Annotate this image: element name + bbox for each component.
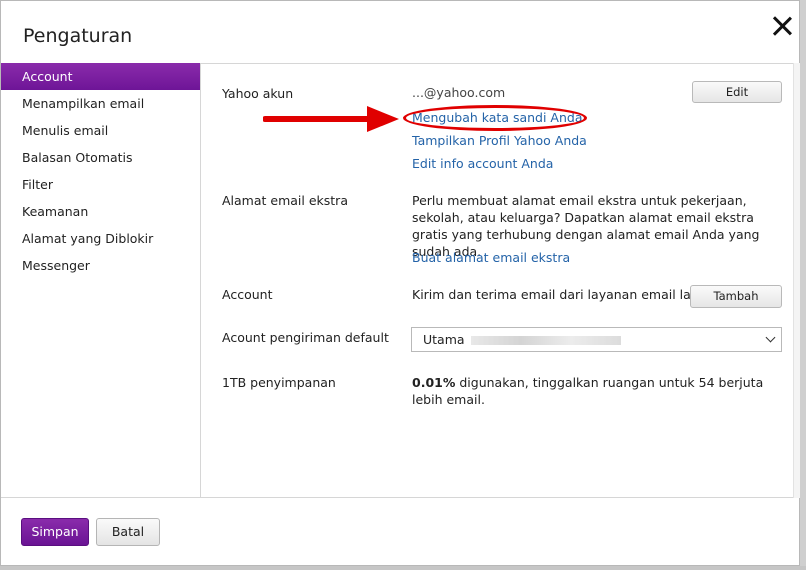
sidebar-item-security[interactable]: Keamanan: [1, 198, 200, 225]
yahoo-account-label: Yahoo akun: [222, 86, 294, 101]
settings-sidebar: Account Menampilkan email Menulis email …: [1, 63, 201, 497]
background-strip-right: [800, 0, 806, 570]
background-strip-bottom: [0, 566, 806, 570]
edit-account-button[interactable]: Edit: [692, 81, 782, 103]
footer-divider: [1, 497, 793, 498]
dialog-title: Pengaturan: [23, 25, 133, 47]
sidebar-item-auto-reply[interactable]: Balasan Otomatis: [1, 144, 200, 171]
sidebar-item-display-email[interactable]: Menampilkan email: [1, 90, 200, 117]
default-sending-label: Acount pengiriman default: [222, 330, 389, 345]
annotation-arrow-icon: [263, 106, 399, 132]
edit-account-info-link[interactable]: Edit info account Anda: [412, 156, 553, 171]
show-profile-link[interactable]: Tampilkan Profil Yahoo Anda: [412, 133, 587, 148]
sidebar-item-blocked[interactable]: Alamat yang Diblokir: [1, 225, 200, 252]
storage-description: digunakan, tinggalkan ruangan untuk 54 b…: [412, 375, 764, 407]
storage-percent: 0.01%: [412, 375, 456, 390]
close-icon[interactable]: [769, 13, 795, 39]
storage-usage-text: 0.01% digunakan, tinggalkan ruangan untu…: [412, 374, 782, 408]
settings-dialog: Pengaturan Account Menampilkan email Men…: [0, 0, 801, 566]
add-account-button[interactable]: Tambah: [690, 285, 782, 308]
redacted-email: [470, 336, 621, 345]
default-sending-selected: Utama: [423, 332, 621, 347]
yahoo-email-address: ...@yahoo.com: [412, 85, 506, 100]
extra-email-label: Alamat email ekstra: [222, 193, 348, 208]
sidebar-item-account[interactable]: Account: [1, 63, 200, 90]
sidebar-item-messenger[interactable]: Messenger: [1, 252, 200, 279]
cancel-button[interactable]: Batal: [96, 518, 160, 546]
content-top-divider: [201, 63, 793, 64]
chevron-down-icon: [765, 332, 776, 343]
other-account-label: Account: [222, 287, 273, 302]
annotation-highlight-oval: [403, 105, 587, 131]
create-extra-email-link[interactable]: Buat alamat email ekstra: [412, 250, 570, 265]
sidebar-item-compose-email[interactable]: Menulis email: [1, 117, 200, 144]
storage-label: 1TB penyimpanan: [222, 375, 336, 390]
sidebar-item-filter[interactable]: Filter: [1, 171, 200, 198]
other-account-description: Kirim dan terima email dari layanan emai…: [412, 287, 703, 302]
default-sending-select[interactable]: Utama: [411, 327, 782, 352]
save-button[interactable]: Simpan: [21, 518, 89, 546]
